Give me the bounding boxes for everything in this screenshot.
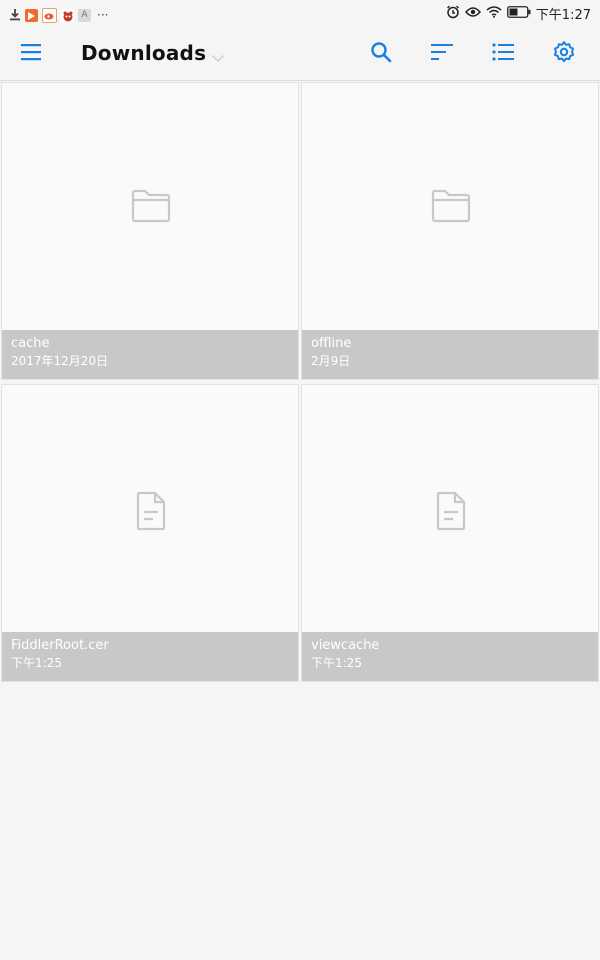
- item-caption: viewcache 下午1:25: [302, 632, 598, 681]
- search-icon: [370, 41, 392, 67]
- item-date: 下午1:25: [11, 656, 62, 670]
- sort-button[interactable]: [422, 34, 462, 74]
- item-name: cache: [11, 336, 50, 351]
- item-name: FiddlerRoot.cer: [11, 638, 109, 653]
- more-icon: ···: [97, 8, 109, 22]
- item-date: 2017年12月20日: [11, 354, 109, 368]
- eye-icon: [464, 6, 481, 22]
- menu-button[interactable]: [11, 34, 51, 74]
- chevron-down-icon[interactable]: [211, 48, 225, 67]
- download-icon: [9, 6, 21, 25]
- menu-icon: [20, 43, 42, 65]
- grid-item-folder[interactable]: cache 2017年12月20日: [1, 82, 299, 380]
- search-button[interactable]: [361, 34, 401, 74]
- status-bar: A ··· 下午1:27: [0, 0, 600, 28]
- item-caption: FiddlerRoot.cer 下午1:25: [2, 632, 298, 681]
- sort-icon: [430, 43, 454, 65]
- item-name: viewcache: [311, 638, 380, 653]
- item-date: 2月9日: [311, 354, 351, 368]
- list-view-icon: [492, 43, 514, 65]
- settings-button[interactable]: [544, 34, 584, 74]
- grid-item-folder[interactable]: offline 2月9日: [301, 82, 599, 380]
- document-icon: [135, 491, 167, 535]
- item-date: 下午1:25: [311, 656, 362, 670]
- folder-icon: [131, 189, 171, 227]
- system-icons: 下午1:27: [446, 4, 591, 23]
- page-title: Downloads: [81, 41, 207, 65]
- notification-icons: A ···: [9, 6, 108, 25]
- list-view-button[interactable]: [483, 34, 523, 74]
- video-app-icon: [25, 9, 38, 22]
- item-caption: offline 2月9日: [302, 330, 598, 379]
- weibo-app-icon: [42, 8, 57, 23]
- clock-text: 下午1:27: [535, 8, 591, 23]
- grid-item-file[interactable]: FiddlerRoot.cer 下午1:25: [1, 384, 299, 682]
- grid-item-file[interactable]: viewcache 下午1:25: [301, 384, 599, 682]
- item-name: offline: [311, 336, 352, 351]
- item-caption: cache 2017年12月20日: [2, 330, 298, 379]
- wifi-icon: [486, 5, 502, 22]
- folder-icon: [431, 189, 471, 227]
- app-toolbar: Downloads: [0, 28, 600, 81]
- document-icon: [435, 491, 467, 535]
- battery-icon: [506, 5, 531, 22]
- baidu-app-icon: [61, 9, 74, 22]
- a-app-icon: A: [78, 9, 91, 22]
- settings-icon: [552, 40, 576, 68]
- alarm-icon: [446, 5, 460, 23]
